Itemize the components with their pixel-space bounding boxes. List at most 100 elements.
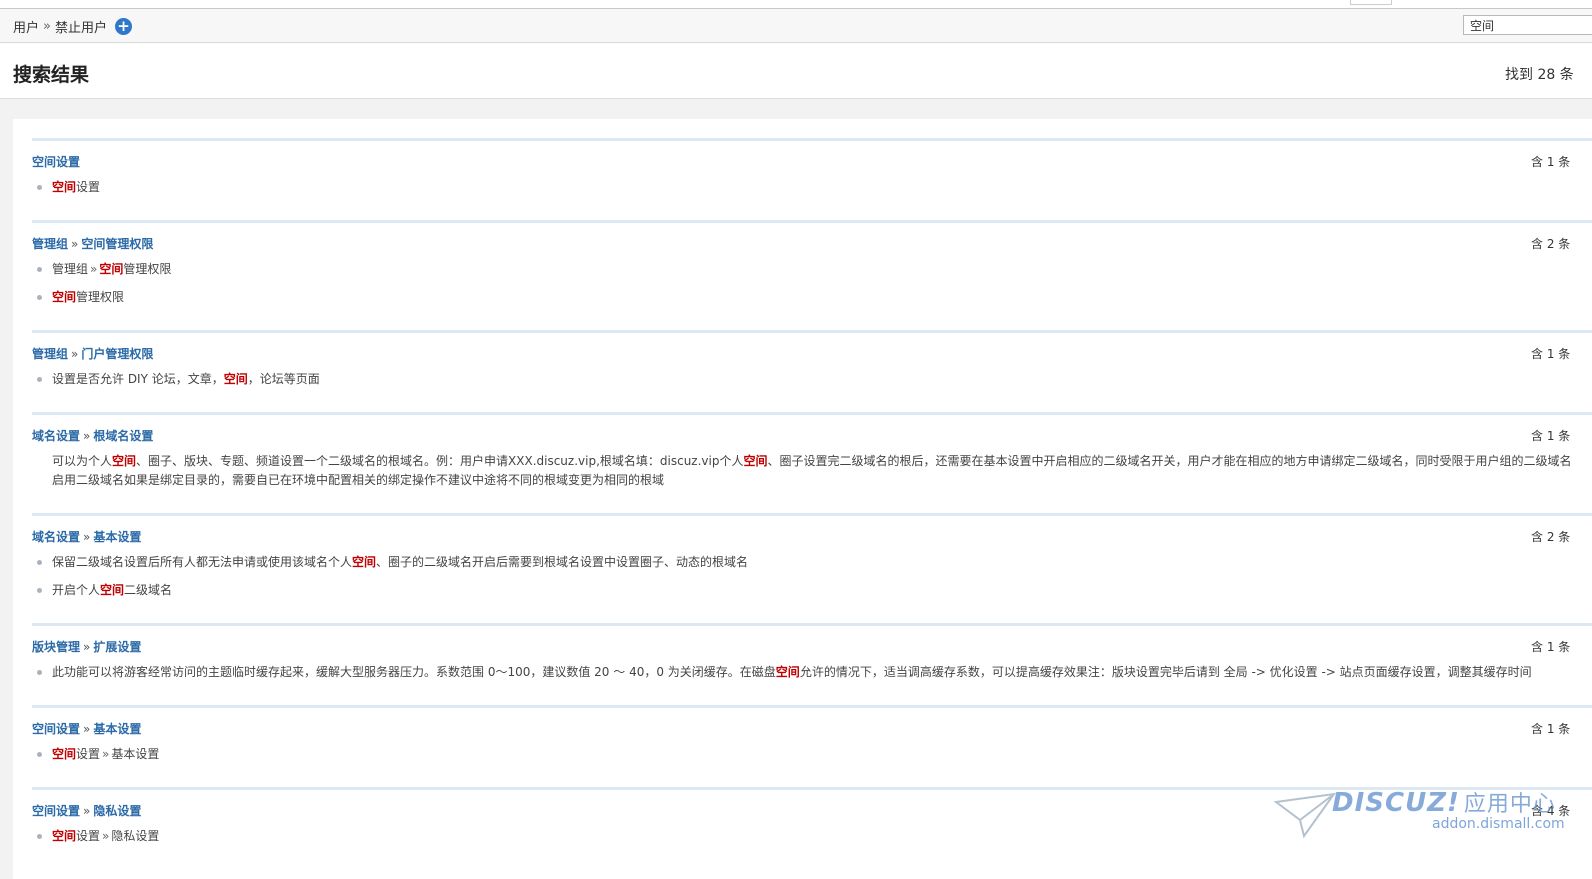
group-count: 含 1 条 <box>1531 347 1571 361</box>
item-text: 、圈子、版块、专题、频道设置一个二级域名的根域名。例：用户申请XXX.discu… <box>136 454 744 468</box>
heading-separator: » <box>83 640 91 654</box>
breadcrumb-ban-users-link[interactable]: 禁止用户 <box>55 17 107 36</box>
list-item[interactable]: 空间设置» 隐私设置 <box>36 827 160 846</box>
breadcrumb: 用户 » 禁止用户 + <box>13 17 132 36</box>
item-text: 可以为个人 <box>52 454 113 468</box>
list-item[interactable]: 空间管理权限 <box>36 288 125 307</box>
group-heading-link[interactable]: 空间设置 <box>32 722 80 736</box>
group-heading-link[interactable]: 管理组 <box>32 237 68 251</box>
item-text: 设置是否允许 DIY 论坛，文章， <box>52 372 224 386</box>
group-count: 含 1 条 <box>1531 155 1571 169</box>
top-strip <box>0 0 1592 9</box>
list-item[interactable]: 开启个人空间二级域名 <box>36 581 173 600</box>
group-count: 含 4 条 <box>1531 804 1571 818</box>
result-group: 空间设置» 基本设置 含 1 条 空间设置» 基本设置 <box>32 705 1592 788</box>
group-heading: 空间设置 <box>32 153 80 170</box>
group-heading: 管理组» 空间管理权限 <box>32 235 153 252</box>
item-text: 设置 <box>76 180 101 194</box>
heading-separator: » <box>83 530 91 544</box>
list-item[interactable]: 空间设置 <box>36 178 101 197</box>
item-text: 管理组 <box>52 262 89 276</box>
result-group: 域名设置» 根域名设置 含 1 条 可以为个人空间、圈子、版块、专题、频道设置一个… <box>32 412 1592 515</box>
page-title: 搜索结果 <box>13 64 90 86</box>
item-text: 隐私设置 <box>111 829 160 843</box>
item-text: 此功能可以将游客经常访问的主题临时缓存起来，缓解大型服务器压力。系数范围 0～1… <box>52 665 776 679</box>
list-item[interactable]: 保留二级域名设置后所有人都无法申请或使用该域名个人空间、圈子的二级域名开启后需要… <box>36 553 749 572</box>
keyword-highlight: 空间 <box>52 180 77 194</box>
item-separator: » <box>102 747 110 761</box>
item-text: 启用二级域名如果是绑定目录的，需要自已在环境中配置相关的绑定操作不建议中途将不同… <box>52 473 665 487</box>
item-text: 设置 <box>76 829 101 843</box>
item-text: 、圈子设置完二级域名的根后，还需要在基本设置中开启相应的二级域名开关，用户才能在… <box>767 454 1573 468</box>
keyword-highlight: 空间 <box>112 454 137 468</box>
group-heading-link[interactable]: 门户管理权限 <box>81 347 153 361</box>
group-heading-link[interactable]: 域名设置 <box>32 530 80 544</box>
heading-separator: » <box>83 429 91 443</box>
item-text: 设置 <box>76 747 101 761</box>
keyword-highlight: 空间 <box>52 747 77 761</box>
keyword-highlight: 空间 <box>743 454 768 468</box>
breadcrumb-users-link[interactable]: 用户 <box>13 17 39 36</box>
result-count: 找到 28 条 <box>1505 67 1574 83</box>
list-item[interactable]: 可以为个人空间、圈子、版块、专题、频道设置一个二级域名的根域名。例：用户申请XX… <box>52 452 1572 471</box>
group-heading-link[interactable]: 版块管理 <box>32 640 80 654</box>
group-heading: 域名设置» 基本设置 <box>32 528 141 545</box>
group-heading-link[interactable]: 隐私设置 <box>93 804 141 818</box>
group-count: 含 1 条 <box>1531 722 1571 736</box>
list-item[interactable]: 设置是否允许 DIY 论坛，文章，空间，论坛等页面 <box>37 370 320 389</box>
list-item[interactable]: 管理组» 空间管理权限 <box>36 260 172 279</box>
breadcrumb-separator: » <box>43 19 51 34</box>
list-item[interactable]: 此功能可以将游客经常访问的主题临时缓存起来，缓解大型服务器压力。系数范围 0～1… <box>37 663 1532 682</box>
group-count: 含 1 条 <box>1531 429 1571 443</box>
result-group: 域名设置» 基本设置 含 2 条 保留二级域名设置后所有人都无法申请或使用该域名个… <box>32 513 1592 624</box>
heading-separator: » <box>71 347 79 361</box>
group-heading-link[interactable]: 根域名设置 <box>93 429 153 443</box>
group-heading-link[interactable]: 管理组 <box>32 347 68 361</box>
item-text: 管理权限 <box>123 262 172 276</box>
result-group: 空间设置 含 1 条 空间设置 <box>32 138 1592 221</box>
keyword-highlight: 空间 <box>52 290 77 304</box>
result-group: 空间设置» 隐私设置 含 4 条 空间设置» 隐私设置 <box>32 787 1592 866</box>
group-heading-link[interactable]: 扩展设置 <box>93 640 141 654</box>
heading-separator: » <box>83 722 91 736</box>
item-text: 允许的情况下，适当调高缓存系数，可以提高缓存效果注：版块设置完毕后请到 全局 -… <box>799 665 1532 679</box>
search-input[interactable] <box>1463 15 1592 35</box>
keyword-highlight: 空间 <box>223 372 248 386</box>
title-area: 搜索结果 找到 28 条 <box>0 43 1592 99</box>
keyword-highlight: 空间 <box>99 262 124 276</box>
group-count: 含 1 条 <box>1531 640 1571 654</box>
group-count: 含 2 条 <box>1531 530 1571 544</box>
group-heading: 管理组» 门户管理权限 <box>32 345 153 362</box>
breadcrumb-bar: 用户 » 禁止用户 + <box>0 9 1592 43</box>
group-count: 含 2 条 <box>1531 237 1571 251</box>
item-text: 基本设置 <box>111 747 160 761</box>
item-text: 管理权限 <box>76 290 125 304</box>
keyword-highlight: 空间 <box>352 555 377 569</box>
group-heading-link[interactable]: 基本设置 <box>93 722 141 736</box>
group-heading: 空间设置» 基本设置 <box>32 720 141 737</box>
group-heading: 版块管理» 扩展设置 <box>32 638 141 655</box>
list-item-continuation: 启用二级域名如果是绑定目录的，需要自已在环境中配置相关的绑定操作不建议中途将不同… <box>52 471 664 490</box>
heading-separator: » <box>71 237 79 251</box>
item-separator: » <box>90 262 98 276</box>
group-heading: 域名设置» 根域名设置 <box>32 427 153 444</box>
top-tab-edge <box>1350 0 1392 5</box>
keyword-highlight: 空间 <box>100 583 125 597</box>
group-heading: 空间设置» 隐私设置 <box>32 802 141 819</box>
item-text: 二级域名 <box>124 583 173 597</box>
result-group: 版块管理» 扩展设置 含 1 条 此功能可以将游客经常访问的主题临时缓存起来，缓解… <box>32 623 1592 706</box>
group-heading-link[interactable]: 基本设置 <box>93 530 141 544</box>
group-heading-link[interactable]: 空间设置 <box>32 804 80 818</box>
item-text: 、圈子的二级域名开启后需要到根域名设置中设置圈子、动态的根域名 <box>376 555 749 569</box>
keyword-highlight: 空间 <box>52 829 77 843</box>
group-heading-link[interactable]: 域名设置 <box>32 429 80 443</box>
heading-separator: » <box>83 804 91 818</box>
add-icon[interactable]: + <box>115 18 132 35</box>
item-separator: » <box>102 829 110 843</box>
item-text: 保留二级域名设置后所有人都无法申请或使用该域名个人 <box>52 555 353 569</box>
group-heading-link[interactable]: 空间管理权限 <box>81 237 153 251</box>
keyword-highlight: 空间 <box>775 665 800 679</box>
list-item[interactable]: 空间设置» 基本设置 <box>36 745 160 764</box>
item-text: ，论坛等页面 <box>247 372 320 386</box>
group-heading-link[interactable]: 空间设置 <box>32 155 80 169</box>
